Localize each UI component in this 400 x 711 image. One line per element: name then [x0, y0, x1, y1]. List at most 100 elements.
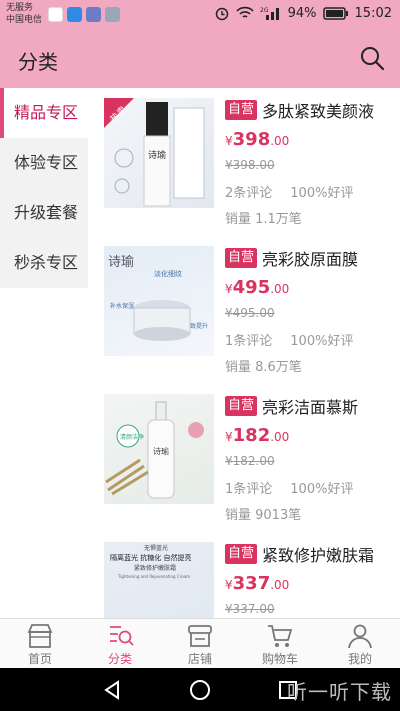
app-header: 分类 [0, 30, 400, 88]
review-info: 1条评论 100%好评 [225, 330, 395, 349]
user-icon [348, 624, 372, 649]
product-item[interactable]: 诗瑜 淡化细纹 补水保湿 紧致提升 自营 亮彩胶原面膜 ¥495.00 ¥495… [88, 236, 400, 384]
shop-icon [188, 625, 212, 647]
image-notification-icon [105, 7, 120, 22]
alarm-icon [215, 7, 228, 21]
product-price: ¥398.00 [225, 128, 395, 152]
store-icon [27, 624, 53, 648]
review-count: 2条评论 [225, 186, 273, 201]
price-decimal: .00 [270, 578, 290, 592]
svg-text:补水保湿: 补水保湿 [110, 302, 134, 310]
sales-count: 销量 8.6万笔 [225, 360, 302, 375]
currency-symbol: ¥ [225, 282, 233, 296]
app-notification-icon [48, 7, 63, 22]
home-icon[interactable] [188, 678, 212, 702]
svg-text:诗瑜: 诗瑜 [108, 255, 134, 270]
category-sidebar: 精品专区 体验专区 升级套餐 秒杀专区 [0, 88, 88, 618]
svg-text:诗瑜: 诗瑜 [153, 446, 169, 456]
price-integer: 398 [232, 129, 271, 150]
product-info: 自营 多肽紧致美颜液 ¥398.00 ¥398.00 2条评论 100%好评 销量… [225, 98, 395, 227]
product-info: 自营 亮彩洁面慕斯 ¥182.00 ¥182.00 1条评论 100%好评 销量 … [225, 394, 395, 523]
serum-bottle-image: 热卖 诗瑜 [104, 98, 205, 207]
positive-rating: 100%好评 [290, 334, 354, 349]
mask-jar-image: 诗瑜 淡化细纹 补水保湿 紧致提升 [108, 255, 208, 341]
positive-rating: 100%好评 [290, 186, 354, 201]
cart-icon [268, 625, 293, 647]
original-price: ¥182.00 [225, 454, 275, 468]
app-notification-icon [86, 7, 101, 22]
status-icons: 2G 94% 15:02 [214, 5, 392, 21]
price-decimal: .00 [270, 134, 290, 148]
sales-count: 销量 1.1万笔 [225, 212, 302, 227]
cream-box-image: 无惧蓝光 隔离蓝光 抗糖化 自然提亮 紧致修护嫩肤霜 Tightening an… [110, 544, 191, 579]
product-name[interactable]: 紧致修护嫩肤霜 [262, 542, 374, 566]
currency-symbol: ¥ [225, 430, 233, 444]
svg-text:诗瑜: 诗瑜 [148, 149, 166, 161]
currency-symbol: ¥ [225, 134, 233, 148]
product-image[interactable]: 热卖 诗瑜 [104, 98, 214, 208]
self-operated-badge: 自营 [225, 396, 258, 416]
price-integer: 337 [232, 573, 271, 594]
tab-label: 店铺 [187, 652, 212, 666]
tab-category[interactable]: 分类 [80, 619, 160, 668]
tab-profile[interactable]: 我的 [320, 619, 400, 668]
svg-text:2G: 2G [260, 7, 269, 14]
tab-label: 购物车 [261, 652, 298, 666]
svg-text:Tightening and Rejuvenating Cr: Tightening and Rejuvenating Cream [117, 574, 190, 579]
signal-icon: 2G [260, 7, 279, 20]
sidebar-item-flash-sale[interactable]: 秒杀专区 [0, 238, 88, 288]
app-notification-icon [67, 7, 82, 22]
wifi-icon [236, 6, 254, 18]
price-integer: 495 [232, 277, 271, 298]
tab-label: 我的 [347, 652, 372, 666]
product-name[interactable]: 亮彩胶原面膜 [262, 246, 358, 270]
svg-text:清颜洁净: 清颜洁净 [120, 433, 144, 441]
carrier-info: 无服务 中国电信 [6, 2, 42, 26]
bottom-tab-bar: 首页 分类 店铺 购物车 我的 [0, 618, 400, 668]
product-price: ¥495.00 [225, 276, 395, 300]
original-price: ¥398.00 [225, 158, 275, 172]
svg-text:淡化细纹: 淡化细纹 [154, 269, 182, 278]
carrier-line1: 无服务 [6, 3, 34, 13]
tab-cart[interactable]: 购物车 [240, 619, 320, 668]
watermark: 听一听下载 [287, 680, 392, 704]
product-name[interactable]: 多肽紧致美颜液 [262, 98, 374, 122]
sidebar-item-premium[interactable]: 精品专区 [0, 88, 88, 138]
clock: 15:02 [354, 5, 392, 21]
review-count: 1条评论 [225, 334, 273, 349]
original-price: ¥337.00 [225, 602, 275, 616]
category-search-icon [110, 626, 134, 646]
carrier-line2: 中国电信 [6, 15, 43, 25]
battery-percent: 94% [287, 5, 317, 21]
product-price: ¥182.00 [225, 424, 395, 448]
sidebar-item-upgrade[interactable]: 升级套餐 [0, 188, 88, 238]
battery-icon [322, 6, 348, 20]
price-decimal: .00 [270, 430, 290, 444]
cleanser-bottle-image: 诗瑜 清颜洁净 [105, 401, 204, 499]
search-button[interactable] [358, 44, 386, 72]
price-decimal: .00 [270, 282, 290, 296]
search-icon [361, 47, 385, 71]
product-item[interactable]: 热卖 诗瑜 自营 多肽紧致美颜液 ¥398.00 ¥398.00 2条评论 100… [88, 88, 400, 236]
product-image[interactable]: 诗瑜 淡化细纹 补水保湿 紧致提升 [104, 246, 214, 356]
sidebar-item-trial[interactable]: 体验专区 [0, 138, 88, 188]
product-item[interactable]: 无惧蓝光 隔离蓝光 抗糖化 自然提亮 紧致修护嫩肤霜 Tightening an… [88, 532, 400, 618]
back-icon[interactable] [100, 678, 124, 702]
price-integer: 182 [232, 425, 271, 446]
currency-symbol: ¥ [225, 578, 233, 592]
product-price: ¥337.00 [225, 572, 395, 596]
product-list: 热卖 诗瑜 自营 多肽紧致美颜液 ¥398.00 ¥398.00 2条评论 100… [88, 88, 400, 618]
product-image[interactable]: 诗瑜 清颜洁净 [104, 394, 214, 504]
product-image[interactable]: 无惧蓝光 隔离蓝光 抗糖化 自然提亮 紧致修护嫩肤霜 Tightening an… [104, 542, 214, 618]
product-info: 自营 紧致修护嫩肤霜 ¥337.00 ¥337.00 [225, 542, 395, 618]
self-operated-badge: 自营 [225, 100, 258, 120]
tab-home[interactable]: 首页 [0, 619, 80, 668]
tab-shop[interactable]: 店铺 [160, 619, 240, 668]
system-nav-bar: 听一听下载 [0, 668, 400, 711]
status-bar: 无服务 中国电信 2G 94% 15:02 [0, 0, 400, 30]
product-name[interactable]: 亮彩洁面慕斯 [262, 394, 358, 418]
review-count: 1条评论 [225, 482, 273, 497]
positive-rating: 100%好评 [290, 482, 354, 497]
tab-label: 首页 [27, 652, 52, 666]
product-item[interactable]: 诗瑜 清颜洁净 自营 亮彩洁面慕斯 ¥182.00 ¥182.00 1条评论 10… [88, 384, 400, 532]
